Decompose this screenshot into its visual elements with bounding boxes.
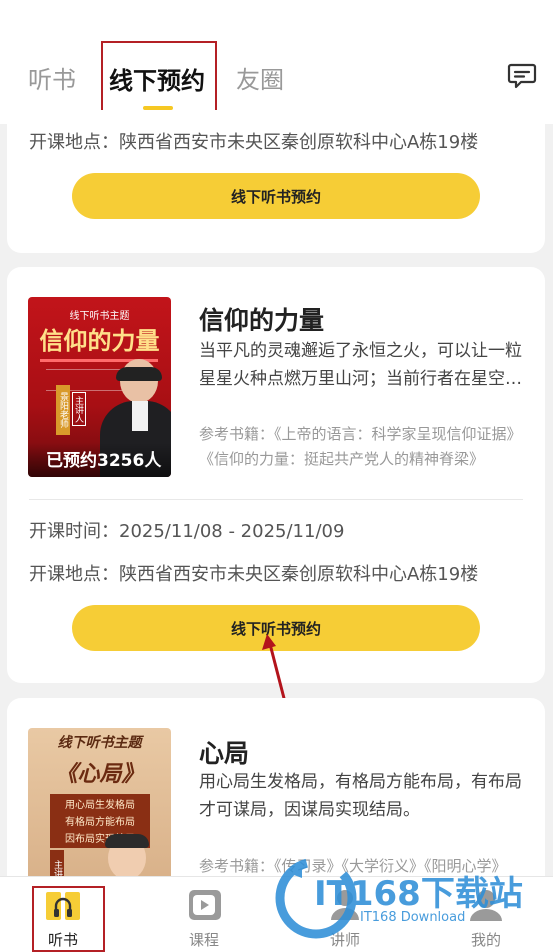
course-cover[interactable]: 线下听书主题 《心局》 用心局生发格局 有格局方能布局 因布局实现结局 主讲 [28,728,171,888]
cover-topic: 线下听书主题 [69,311,130,322]
video-play-icon [189,890,221,920]
cover-topic: 线下听书主题 [57,735,142,751]
speaker-shirt [132,401,148,431]
course-card-2[interactable]: 线下听书主题 信仰的力量 景阳老师 主讲人 已预约3256人 信仰的力量 当平凡… [7,267,545,683]
tab-listen-books[interactable]: 听书 [28,60,76,95]
watermark-logo: IT168下载站 IT168 Download [272,852,548,942]
cover-teacher-tag: 景阳老师 [56,385,70,435]
cover-slogan-1: 用心局生发格局 [65,800,135,811]
cover-role-tag: 主讲人 [72,392,86,426]
course-cover[interactable]: 线下听书主题 信仰的力量 景阳老师 主讲人 已预约3256人 [28,297,171,477]
cover-title: 信仰的力量 [39,327,160,355]
course-description: 当平凡的灵魂邂逅了永恒之火，可以让一粒星星火种点燃万里山河；当前行者在星空之下，… [199,341,522,389]
speaker-hair [116,367,162,381]
cover-title: 《心局》 [55,762,144,787]
speaker-hair [105,834,149,848]
course-time: 开课时间：2025/11/08 - 2025/11/09 [29,521,345,542]
course-location: 开课地点：陕西省西安市未央区秦创原软科中心A栋19楼 [29,564,479,585]
top-header: 听书 线下预约 友圈 [0,0,553,124]
speaker-head [120,359,158,403]
watermark-brand: IT168下载站 [314,874,523,914]
nav-item-listen-books[interactable]: 听书 [23,877,103,952]
course-title: 心局 [199,739,250,768]
card-divider [29,499,523,500]
message-icon[interactable] [507,62,537,90]
tab-offline-booking[interactable]: 线下预约 [101,41,217,119]
watermark-sub: IT168 Download [360,910,466,925]
nav-label-listen-books: 听书 [47,931,78,949]
nav-item-courses[interactable]: 课程 [164,877,244,952]
course-location: 开课地点：陕西省西安市未央区秦创原软科中心A栋19楼 [29,132,479,153]
course-title: 信仰的力量 [199,306,325,335]
nav-label-courses: 课程 [188,931,219,949]
booked-count: 已预约3256人 [46,451,162,471]
course-card-1: 开课地点：陕西省西安市未央区秦创原软科中心A栋19楼 线下听书预约 [7,110,545,253]
cover-slogan-2: 有格局方能布局 [65,817,135,828]
tab-friends-circle[interactable]: 友圈 [236,60,284,95]
tab-offline-booking-label: 线下预约 [109,67,205,95]
course-description: 用心局生发格局，有格局方能布局，有布局才可谋局，因谋局实现结局。 [199,772,522,820]
offline-booking-button[interactable]: 线下听书预约 [72,173,480,219]
course-reference-books: 参考书籍：《上帝的语言：科学家呈现信仰证据》《信仰的力量：挺起共产党人的精神脊梁… [199,425,515,468]
book-headphones-icon [46,892,80,920]
